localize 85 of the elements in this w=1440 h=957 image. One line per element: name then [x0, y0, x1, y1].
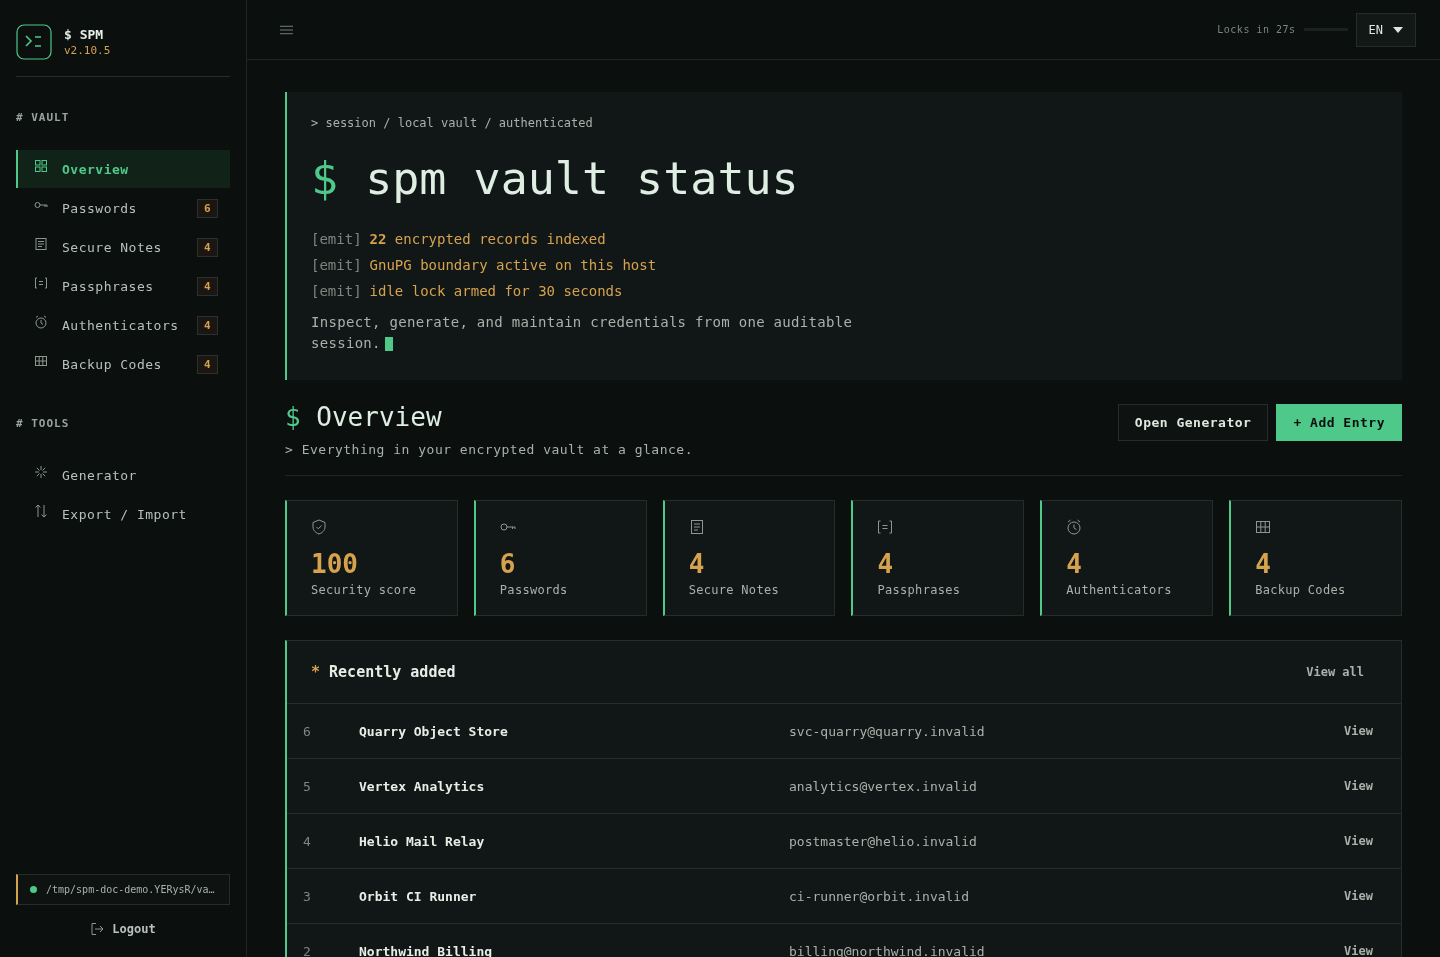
vault-path: /tmp/spm-doc-demo.YERysR/va… [46, 884, 215, 895]
emit-tag: [emit] [311, 283, 362, 299]
stat-value: 4 [877, 549, 894, 579]
emit-tag: [emit] [311, 231, 362, 247]
stat-label: Passwords [499, 583, 568, 597]
view-link[interactable]: View [1344, 724, 1373, 738]
sidebar-item[interactable]: Secure Notes 4 [16, 228, 230, 266]
section-heading: # VAULT [16, 111, 71, 124]
count-badge: 4 [196, 276, 218, 296]
count-badge: 4 [196, 237, 218, 257]
stat-value: 4 [1066, 549, 1082, 579]
view-link[interactable]: View [1344, 889, 1373, 903]
logout-icon [90, 922, 105, 936]
emit-message: 22 encrypted records indexed [369, 231, 606, 247]
note-icon [34, 237, 48, 251]
panel-title: * Recently added [311, 663, 456, 681]
entry-id: 4 [303, 833, 312, 849]
stat-label: Backup Codes [1255, 583, 1346, 597]
stat-label: Secure Notes [688, 583, 779, 597]
status-dot-icon [30, 886, 37, 893]
entry-name: Vertex Analytics [359, 778, 486, 794]
emit-tag: [emit] [311, 257, 362, 273]
logout-button[interactable]: Logout [84, 921, 162, 937]
view-link[interactable]: View [1344, 834, 1373, 848]
bracket-icon [877, 519, 894, 535]
prompt-sign: $ [311, 152, 339, 205]
bracket-icon [34, 276, 48, 290]
app-name: $ SPM [64, 27, 105, 42]
sidebar-item[interactable]: Generator [16, 456, 230, 494]
emit-message: GnuPG boundary active on this host [369, 257, 657, 273]
section-heading: # TOOLS [16, 417, 71, 430]
stat-value: 6 [499, 549, 516, 579]
prompt-sign: $ [285, 402, 301, 432]
entry-account: ci-runner@orbit.invalid [789, 888, 970, 904]
stat-label: Passphrases [877, 583, 961, 597]
stat-value: 100 [311, 549, 358, 579]
count-badge: 4 [196, 315, 218, 335]
sidebar-item[interactable]: Authenticators 4 [16, 306, 230, 344]
emit-message: idle lock armed for 30 seconds [369, 283, 623, 299]
sidebar-item[interactable]: Overview [16, 150, 230, 188]
view-link[interactable]: View [1344, 779, 1373, 793]
arrows-icon [34, 504, 48, 518]
section-title: Overview [316, 402, 442, 432]
shield-icon [311, 519, 327, 535]
entry-id: 2 [303, 943, 312, 957]
sparkle-icon [34, 465, 48, 479]
alarm-clock-icon [1066, 519, 1083, 535]
menu-icon[interactable] [280, 24, 293, 35]
sidebar-item[interactable]: Export / Import [16, 495, 230, 533]
entry-account: analytics@vertex.invalid [789, 778, 978, 794]
count-badge: 6 [196, 198, 218, 218]
lock-timer-text: Locks in 27s [1217, 24, 1296, 35]
entry-name: Orbit CI Runner [359, 888, 478, 904]
caret-icon [1393, 26, 1403, 33]
stat-value: 4 [688, 549, 705, 579]
view-all-link[interactable]: View all [1306, 665, 1364, 679]
entry-id: 6 [303, 723, 312, 739]
alarm-clock-icon [34, 315, 48, 329]
terminal-logo-icon [16, 24, 52, 60]
add-entry-button[interactable]: + Add Entry [1276, 404, 1402, 441]
entry-name: Helio Mail Relay [359, 833, 486, 849]
note-icon [688, 519, 705, 535]
sidebar-item[interactable]: Passwords 6 [16, 189, 230, 227]
sidebar-item[interactable]: Passphrases 4 [16, 267, 230, 305]
page-title: spm vault status [365, 152, 799, 205]
entry-name: Quarry Object Store [359, 723, 509, 739]
entry-id: 3 [303, 888, 312, 904]
sidebar-item[interactable]: Backup Codes 4 [16, 345, 230, 383]
entry-account: svc-quarry@quarry.invalid [789, 723, 986, 739]
table-icon [34, 354, 48, 368]
breadcrumb: > session / local vault / authenticated [311, 116, 594, 130]
count-badge: 4 [196, 354, 218, 374]
grid-icon [34, 159, 48, 173]
language-dropdown[interactable]: EN [1355, 12, 1416, 47]
hero-description: Inspect, generate, and maintain credentials from one auditable session. [311, 313, 854, 353]
view-link[interactable]: View [1344, 944, 1373, 957]
table-icon [1255, 519, 1272, 535]
entry-account: postmaster@helio.invalid [789, 833, 978, 849]
section-subtitle: > Everything in your encrypted vault at a glance. [285, 442, 693, 457]
app-version: v2.10.5 [64, 44, 111, 57]
stat-label: Security score [311, 583, 417, 597]
generator-button[interactable]: Open Generator [1117, 404, 1269, 441]
entry-id: 5 [303, 778, 312, 794]
stat-label: Authenticators [1066, 583, 1172, 597]
stat-value: 4 [1255, 549, 1271, 579]
